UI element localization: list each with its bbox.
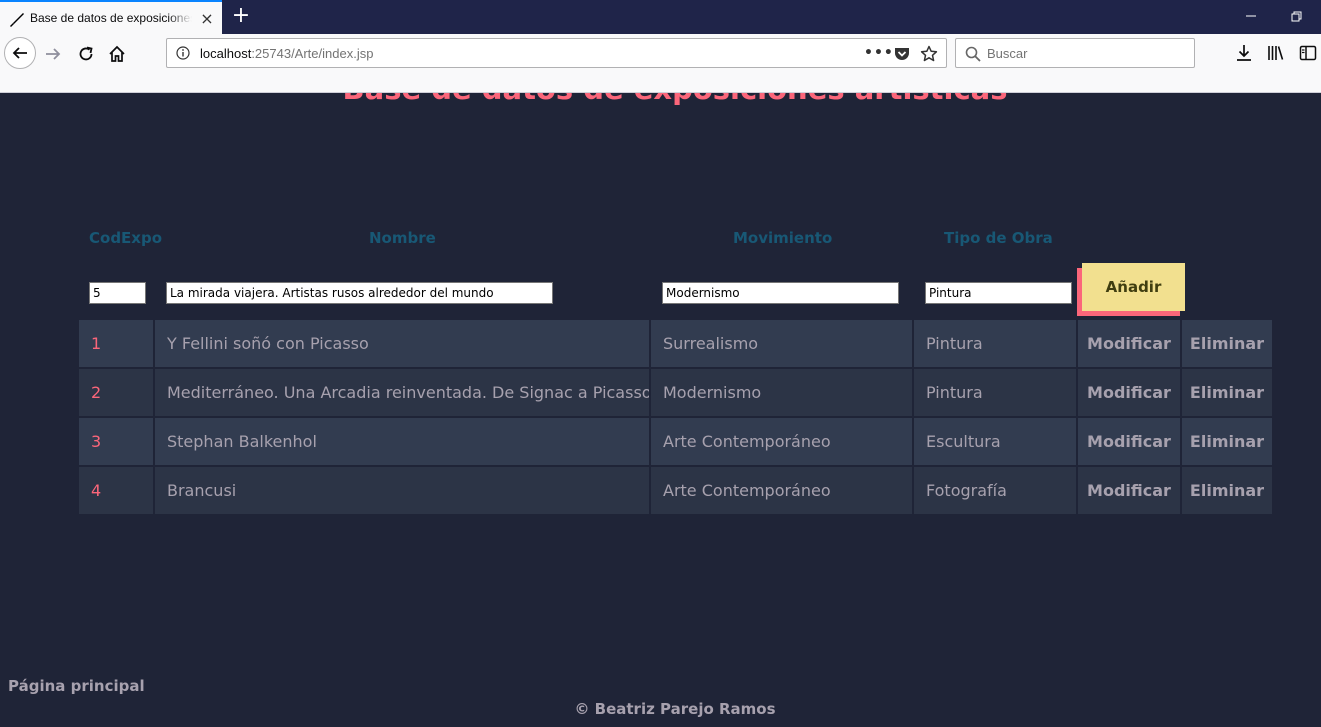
delete-button[interactable]: Eliminar <box>1180 367 1274 418</box>
reload-icon <box>79 46 93 61</box>
browser-toolbar: localhost:25743/Arte/index.jsp ••• <box>0 34 1321 93</box>
page-title: Base de datos de exposiciones artísticas <box>0 93 1321 106</box>
cell-codexpo: 4 <box>77 465 155 516</box>
home-icon <box>109 45 125 62</box>
url-text[interactable]: localhost:25743/Arte/index.jsp <box>200 46 373 61</box>
close-tab-icon[interactable]: × <box>199 11 215 27</box>
footer-copyright: © Beatriz Parejo Ramos <box>574 700 776 718</box>
delete-button[interactable]: Eliminar <box>1180 318 1274 369</box>
modify-button[interactable]: Modificar <box>1076 465 1182 516</box>
sidebar-icon[interactable] <box>1299 44 1317 62</box>
back-arrow-icon <box>12 47 27 59</box>
cell-tipo-obra: Pintura <box>912 318 1078 369</box>
header-codexpo: CodExpo <box>89 229 163 247</box>
delete-button[interactable]: Eliminar <box>1180 416 1274 467</box>
tab-title: Base de datos de exposiciones artísticas <box>30 11 192 25</box>
new-tab-icon[interactable]: + <box>230 5 252 27</box>
library-icon[interactable] <box>1267 44 1285 62</box>
home-button[interactable] <box>104 41 130 67</box>
table-row: 2 Mediterráneo. Una Arcadia reinventada.… <box>77 367 1274 418</box>
add-button[interactable]: Añadir <box>1082 263 1185 311</box>
restore-icon[interactable] <box>1290 10 1304 24</box>
cell-nombre: Mediterráneo. Una Arcadia reinventada. D… <box>153 367 651 418</box>
page-content: Base de datos de exposiciones artísticas… <box>0 93 1321 727</box>
exhibitions-table: 1 Y Fellini soñó con Picasso Surrealismo… <box>77 318 1274 516</box>
cell-movimiento: Arte Contemporáneo <box>649 416 914 467</box>
cell-codexpo: 2 <box>77 367 155 418</box>
codexpo-input[interactable] <box>89 282 146 304</box>
url-bar[interactable]: localhost:25743/Arte/index.jsp ••• <box>166 38 947 68</box>
cell-movimiento: Arte Contemporáneo <box>649 465 914 516</box>
cell-movimiento: Modernismo <box>649 367 914 418</box>
forward-button[interactable] <box>40 41 66 67</box>
header-tipo-obra: Tipo de Obra <box>944 229 1053 247</box>
bookmark-star-icon[interactable] <box>920 45 938 63</box>
download-icon[interactable] <box>1235 44 1253 62</box>
reload-button[interactable] <box>73 41 99 67</box>
home-page-link[interactable]: Página principal <box>8 677 145 695</box>
brush-icon <box>10 13 24 27</box>
cell-tipo-obra: Escultura <box>912 416 1078 467</box>
table-row: 1 Y Fellini soñó con Picasso Surrealismo… <box>77 318 1274 369</box>
modify-button[interactable]: Modificar <box>1076 416 1182 467</box>
more-actions-icon[interactable]: ••• <box>864 45 893 61</box>
browser-tab[interactable]: Base de datos de exposiciones artísticas… <box>0 0 222 34</box>
forward-arrow-icon <box>46 48 61 60</box>
header-nombre: Nombre <box>369 229 436 247</box>
info-icon[interactable] <box>176 46 190 60</box>
search-input[interactable] <box>987 43 1187 63</box>
url-host: localhost <box>200 46 252 61</box>
modify-button[interactable]: Modificar <box>1076 367 1182 418</box>
table-row: 3 Stephan Balkenhol Arte Contemporáneo E… <box>77 416 1274 467</box>
cell-nombre: Brancusi <box>153 465 651 516</box>
back-button[interactable] <box>4 37 36 69</box>
search-bar[interactable] <box>955 38 1195 68</box>
modify-button[interactable]: Modificar <box>1076 318 1182 369</box>
cell-movimiento: Surrealismo <box>649 318 914 369</box>
nombre-input[interactable] <box>166 282 553 304</box>
pocket-icon[interactable] <box>894 46 910 62</box>
header-movimiento: Movimiento <box>733 229 833 247</box>
cell-codexpo: 3 <box>77 416 155 467</box>
movimiento-input[interactable] <box>662 282 899 304</box>
search-icon <box>965 46 981 62</box>
url-path: :25743/Arte/index.jsp <box>251 46 374 61</box>
cell-tipo-obra: Pintura <box>912 367 1078 418</box>
cell-nombre: Y Fellini soñó con Picasso <box>153 318 651 369</box>
minimize-icon[interactable] <box>1244 9 1258 23</box>
cell-tipo-obra: Fotografía <box>912 465 1078 516</box>
cell-nombre: Stephan Balkenhol <box>153 416 651 467</box>
cell-codexpo: 1 <box>77 318 155 369</box>
browser-titlebar: Base de datos de exposiciones artísticas… <box>0 0 1321 34</box>
table-row: 4 Brancusi Arte Contemporáneo Fotografía… <box>77 465 1274 516</box>
delete-button[interactable]: Eliminar <box>1180 465 1274 516</box>
tipo-obra-input[interactable] <box>925 282 1072 304</box>
